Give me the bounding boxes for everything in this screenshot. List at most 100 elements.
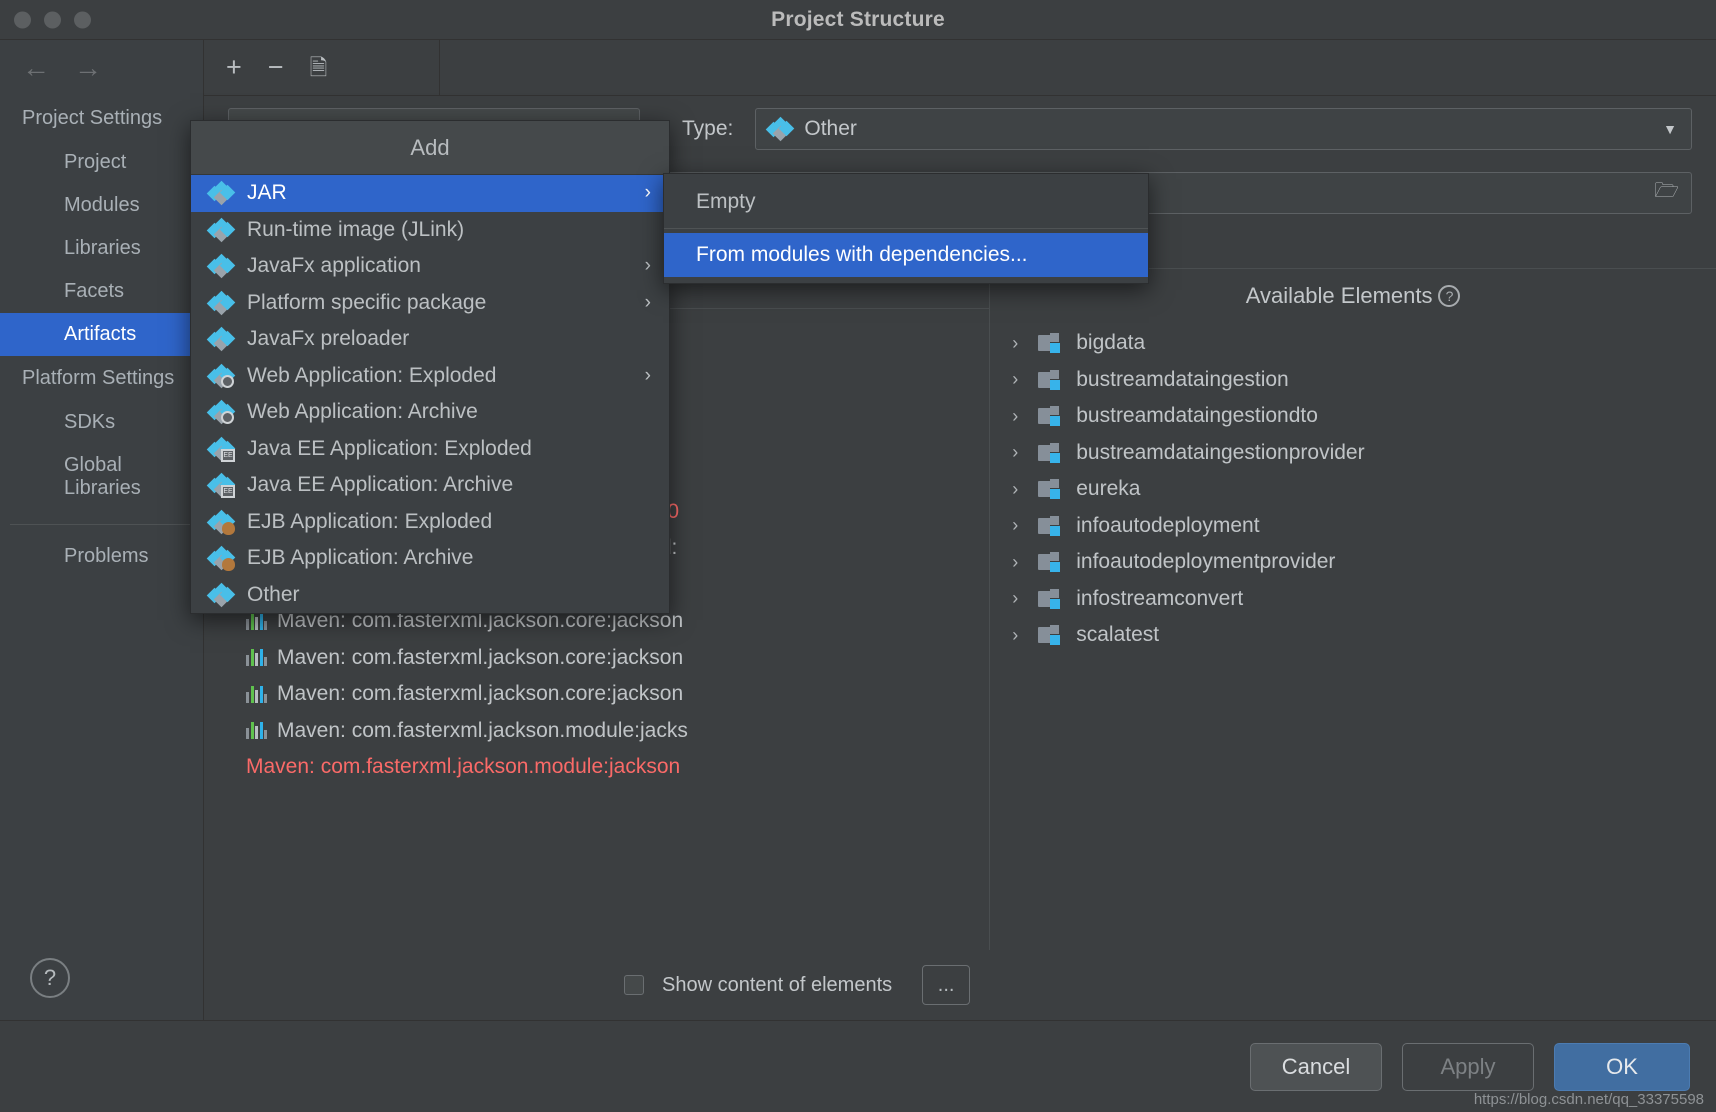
- add-menu-item-ejb-application-exploded[interactable]: EJB Application: Exploded: [191, 504, 669, 541]
- chevron-down-icon: ▼: [1663, 121, 1677, 137]
- maximize-window-button[interactable]: [74, 11, 91, 28]
- add-menu-item-label: Run-time image (JLink): [247, 218, 464, 242]
- show-content-label: Show content of elements: [662, 974, 892, 997]
- dependency-row[interactable]: Maven: com.fasterxml.jackson.core:jackso…: [204, 640, 989, 677]
- available-elements-tree[interactable]: ›bigdata›bustreamdataingestion›bustreamd…: [990, 323, 1716, 950]
- settings-sidebar: ← → Project Settings Project Modules Lib…: [0, 40, 204, 1020]
- sidebar-nav: ← →: [0, 40, 203, 96]
- available-element-row[interactable]: ›bustreamdataingestiondto: [990, 398, 1716, 435]
- available-element-row[interactable]: ›bustreamdataingestionprovider: [990, 435, 1716, 472]
- show-content-checkbox[interactable]: [624, 975, 644, 995]
- minimize-window-button[interactable]: [44, 11, 61, 28]
- add-menu-item-javafx-preloader[interactable]: JavaFx preloader: [191, 321, 669, 358]
- chevron-right-icon: ›: [645, 182, 651, 204]
- forward-arrow-icon[interactable]: →: [74, 54, 102, 82]
- add-menu-item-java-ee-application-exploded[interactable]: EE Java EE Application: Exploded: [191, 431, 669, 468]
- add-menu-item-jar[interactable]: JAR›: [191, 175, 669, 212]
- sidebar-item-problems[interactable]: Problems: [0, 535, 203, 578]
- sidebar-divider: [10, 524, 193, 525]
- add-menu-item-label: Other: [247, 583, 300, 607]
- cancel-button[interactable]: Cancel: [1250, 1043, 1382, 1091]
- apply-button[interactable]: Apply: [1402, 1043, 1534, 1091]
- copy-artifact-button[interactable]: 🗎: [310, 57, 328, 79]
- chevron-right-icon: ›: [645, 255, 651, 277]
- dependency-label: Maven: com.fasterxml.jackson.core:jackso…: [277, 646, 683, 670]
- dependency-row[interactable]: Maven: com.fasterxml.jackson.core:jackso…: [204, 676, 989, 713]
- add-menu-item-label: Platform specific package: [247, 291, 486, 315]
- chevron-right-icon[interactable]: ›: [1012, 442, 1026, 463]
- add-menu-item-label: Java EE Application: Archive: [247, 473, 513, 497]
- add-artifact-menu[interactable]: Add JAR› Run-time image (JLink) JavaFx app…: [190, 120, 670, 614]
- add-artifact-button[interactable]: +: [226, 54, 242, 81]
- library-icon: [246, 613, 267, 630]
- available-element-row[interactable]: ›infoautodeployment: [990, 508, 1716, 545]
- globe-badge-icon: [221, 375, 234, 388]
- available-element-row[interactable]: › infostreamconvert: [990, 581, 1716, 618]
- available-element-row[interactable]: ›bigdata: [990, 325, 1716, 362]
- sidebar-item-modules[interactable]: Modules: [0, 184, 203, 227]
- ee-badge-icon: EE: [221, 449, 235, 462]
- add-menu-header: Add: [191, 121, 669, 175]
- folder-icon[interactable]: 🗁: [1654, 176, 1679, 210]
- add-menu-item-web-application-exploded[interactable]: Web Application: Exploded›: [191, 358, 669, 395]
- chevron-right-icon[interactable]: ›: [1012, 625, 1026, 646]
- available-element-label: eureka: [1076, 477, 1140, 501]
- sidebar-item-facets[interactable]: Facets: [0, 270, 203, 313]
- sidebar-item-sdks[interactable]: SDKs: [0, 401, 203, 444]
- module-icon: [1038, 479, 1064, 499]
- artifact-type-select[interactable]: Other ▼: [755, 108, 1692, 150]
- module-icon: [1038, 516, 1064, 536]
- available-element-row[interactable]: › eureka: [990, 471, 1716, 508]
- available-element-row[interactable]: › scalatest: [990, 617, 1716, 654]
- available-element-label: infostreamconvert: [1076, 587, 1243, 611]
- chevron-right-icon[interactable]: ›: [1012, 333, 1026, 354]
- add-menu-item-javafx-application[interactable]: JavaFx application ›: [191, 248, 669, 285]
- available-elements-label: Available Elements: [1246, 283, 1433, 309]
- jar-submenu-item-label: From modules with dependencies...: [696, 243, 1028, 267]
- jar-submenu[interactable]: Empty From modules with dependencies...: [663, 173, 1149, 284]
- add-menu-item-ejb-application-archive[interactable]: EJB Application: Archive: [191, 540, 669, 577]
- artifact-icon: [209, 220, 233, 240]
- add-menu-item-label: EJB Application: Exploded: [247, 510, 492, 534]
- back-arrow-icon[interactable]: ←: [22, 54, 50, 82]
- window-body: ← → Project Settings Project Modules Lib…: [0, 40, 1716, 1020]
- add-menu-item-run-time-image-jlink[interactable]: Run-time image (JLink): [191, 212, 669, 249]
- chevron-right-icon: ›: [645, 292, 651, 314]
- available-element-row[interactable]: ›bustreamdataingestion: [990, 362, 1716, 399]
- sidebar-item-global-libraries[interactable]: Global Libraries: [0, 444, 203, 510]
- add-menu-item-label: JavaFx application: [247, 254, 421, 278]
- jar-submenu-item-from-modules-with-dependencies[interactable]: From modules with dependencies...: [664, 233, 1148, 277]
- watermark-text: https://blog.csdn.net/qq_33375598: [1474, 1091, 1704, 1108]
- add-menu-item-platform-specific-package[interactable]: Platform specific package ›: [191, 285, 669, 322]
- chevron-right-icon[interactable]: ›: [1012, 552, 1026, 573]
- add-menu-item-web-application-archive[interactable]: Web Application: Archive: [191, 394, 669, 431]
- module-icon: [1038, 333, 1064, 353]
- add-menu-item-other[interactable]: Other: [191, 577, 669, 614]
- add-menu-item-java-ee-application-archive[interactable]: EEJava EE Application: Archive: [191, 467, 669, 504]
- chevron-right-icon[interactable]: ›: [1012, 406, 1026, 427]
- add-menu-item-label: Java EE Application: Exploded: [247, 437, 532, 461]
- artifact-type-label: Type:: [682, 117, 733, 141]
- chevron-right-icon[interactable]: ›: [1012, 515, 1026, 536]
- chevron-right-icon[interactable]: ›: [1012, 588, 1026, 609]
- javaee-artifact-icon: EE: [209, 439, 233, 459]
- help-icon[interactable]: ?: [1438, 285, 1460, 307]
- library-icon: [246, 649, 267, 666]
- dependency-row[interactable]: Maven: com.fasterxml.jackson.module:jack…: [204, 713, 989, 750]
- available-element-label: scalatest: [1076, 623, 1159, 647]
- jar-submenu-item-empty[interactable]: Empty: [664, 180, 1148, 224]
- ok-button[interactable]: OK: [1554, 1043, 1690, 1091]
- sidebar-item-project[interactable]: Project: [0, 141, 203, 184]
- available-element-row[interactable]: ›infoautodeploymentprovider: [990, 544, 1716, 581]
- more-options-button[interactable]: ...: [922, 965, 970, 1005]
- chevron-right-icon[interactable]: ›: [1012, 479, 1026, 500]
- close-window-button[interactable]: [14, 11, 31, 28]
- chevron-right-icon[interactable]: ›: [1012, 369, 1026, 390]
- add-menu-item-label: Web Application: Exploded: [247, 364, 496, 388]
- sidebar-item-libraries[interactable]: Libraries: [0, 227, 203, 270]
- remove-artifact-button[interactable]: −: [268, 54, 284, 81]
- dependency-row[interactable]: Maven: com.fasterxml.jackson.module:jack…: [204, 749, 989, 786]
- help-button[interactable]: ?: [30, 958, 70, 998]
- window-controls[interactable]: [14, 11, 91, 28]
- sidebar-item-artifacts[interactable]: Artifacts: [0, 313, 203, 356]
